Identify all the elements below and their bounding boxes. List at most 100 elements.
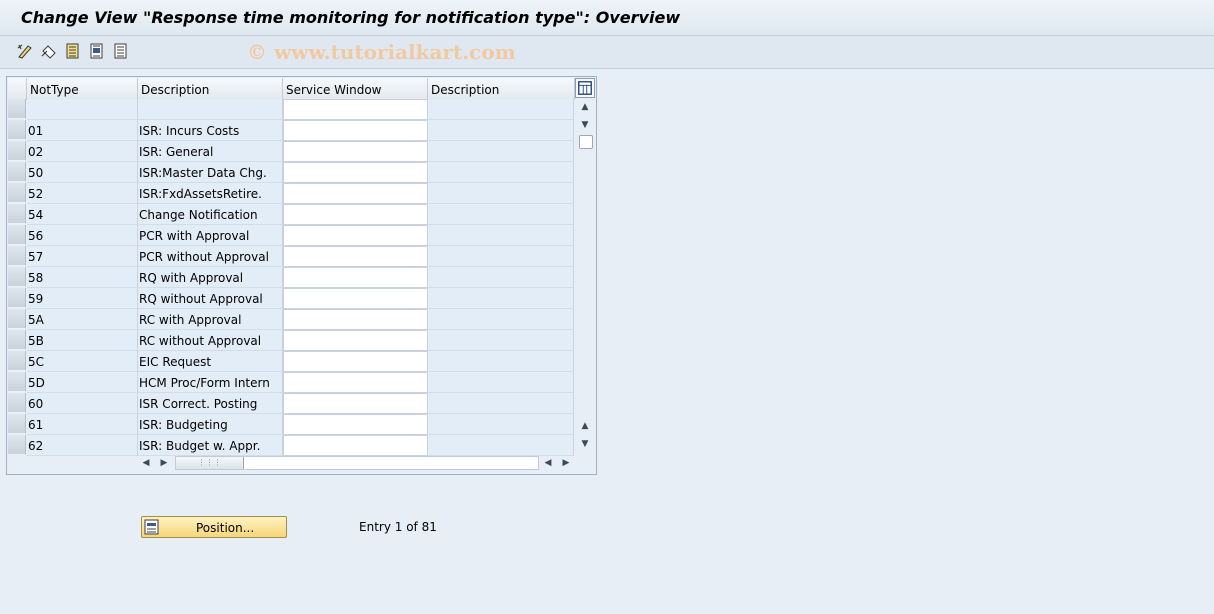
row-selector[interactable] [8, 435, 26, 455]
scroll-left-icon[interactable]: ◀ [141, 457, 151, 469]
service-window-input[interactable] [283, 330, 428, 351]
table-row: 5C EIC Request [8, 351, 574, 372]
cell-description: RC with Approval [138, 309, 283, 330]
change-display-icon[interactable] [16, 42, 36, 62]
service-window-input[interactable] [283, 435, 428, 456]
row-selector[interactable] [8, 267, 26, 287]
row-selector[interactable] [8, 330, 26, 350]
cell-description: ISR: Budget w. Appr. [138, 435, 283, 456]
horizontal-thumb[interactable]: ⋮⋮⋮ [176, 457, 244, 469]
service-window-input[interactable] [283, 141, 428, 162]
row-selector[interactable] [8, 204, 26, 224]
cell-service-description [428, 267, 574, 288]
position-icon [144, 519, 160, 535]
cell-service-description [428, 435, 574, 456]
table-row: 5A RC with Approval [8, 309, 574, 330]
row-selector[interactable] [8, 309, 26, 329]
service-window-input[interactable] [283, 351, 428, 372]
service-window-input[interactable] [283, 183, 428, 204]
cell-description [138, 99, 283, 120]
row-selector[interactable] [8, 246, 26, 266]
column-header-service-window[interactable]: Service Window [283, 78, 428, 100]
select-all-corner[interactable] [8, 78, 27, 100]
table-settings-icon[interactable] [575, 78, 595, 98]
cell-service-description [428, 351, 574, 372]
watermark-text: © www.tutorialkart.com [247, 40, 516, 64]
row-selector[interactable] [8, 288, 26, 308]
cell-description: ISR Correct. Posting [138, 393, 283, 414]
cell-service-description [428, 414, 574, 435]
service-window-input[interactable] [283, 372, 428, 393]
row-selector[interactable] [8, 372, 26, 392]
cell-nottype: 58 [27, 267, 138, 288]
table-row: 60 ISR Correct. Posting [8, 393, 574, 414]
horizontal-track[interactable]: ⋮⋮⋮ [175, 456, 539, 470]
cell-description: ISR: Incurs Costs [138, 120, 283, 141]
cell-nottype: 50 [27, 162, 138, 183]
horizontal-scrollbar[interactable]: ◀ ▶ ⋮⋮⋮ ◀ ▶ [137, 455, 575, 471]
table-row: 61 ISR: Budgeting [8, 414, 574, 435]
service-window-input[interactable] [283, 225, 428, 246]
column-header-nottype[interactable]: NotType [27, 78, 138, 100]
service-window-input[interactable] [283, 246, 428, 267]
scroll-left-end-icon[interactable]: ◀ [543, 457, 553, 469]
undo-icon[interactable] [40, 42, 60, 62]
cell-description: PCR without Approval [138, 246, 283, 267]
table-row: 57 PCR without Approval [8, 246, 574, 267]
service-window-input[interactable] [283, 309, 428, 330]
table-row: 5B RC without Approval [8, 330, 574, 351]
cell-service-description [428, 330, 574, 351]
column-header-description-2[interactable]: Description [428, 78, 575, 100]
position-button[interactable]: Position... [141, 516, 287, 538]
service-window-input[interactable] [283, 162, 428, 183]
table-row: 59 RQ without Approval [8, 288, 574, 309]
scroll-page-up-icon[interactable]: ▲ [579, 420, 591, 432]
cell-description: PCR with Approval [138, 225, 283, 246]
service-window-input[interactable] [283, 393, 428, 414]
scroll-right-icon[interactable]: ▶ [159, 457, 169, 469]
service-window-input[interactable] [283, 120, 428, 141]
row-selector[interactable] [8, 183, 26, 203]
scroll-up-icon[interactable]: ▲ [579, 101, 591, 113]
cell-service-description [428, 183, 574, 204]
cell-description: RQ with Approval [138, 267, 283, 288]
row-selector[interactable] [8, 414, 26, 434]
select-all-icon[interactable] [64, 42, 84, 62]
service-window-input[interactable] [283, 267, 428, 288]
row-selector[interactable] [8, 141, 26, 161]
cell-nottype: 61 [27, 414, 138, 435]
service-window-input[interactable] [283, 99, 428, 120]
scroll-right-end-icon[interactable]: ▶ [561, 457, 571, 469]
cell-description: RC without Approval [138, 330, 283, 351]
row-selector[interactable] [8, 393, 26, 413]
scroll-page-down-icon[interactable]: ▼ [579, 438, 591, 450]
row-selector[interactable] [8, 99, 26, 119]
vertical-scrollbar[interactable]: ▲ ▼ ▲ ▼ [575, 99, 595, 453]
application-toolbar: © www.tutorialkart.com [0, 36, 1214, 69]
row-selector[interactable] [8, 225, 26, 245]
service-window-input[interactable] [283, 204, 428, 225]
table-row [8, 99, 574, 120]
select-block-icon[interactable] [88, 42, 108, 62]
cell-service-description [428, 225, 574, 246]
table-row: 58 RQ with Approval [8, 267, 574, 288]
cell-nottype: 57 [27, 246, 138, 267]
column-header-description[interactable]: Description [138, 78, 283, 100]
deselect-all-icon[interactable] [112, 42, 132, 62]
service-window-input[interactable] [283, 414, 428, 435]
scroll-thumb[interactable] [579, 135, 593, 149]
cell-service-description [428, 120, 574, 141]
cell-nottype: 5D [27, 372, 138, 393]
table-row: 01 ISR: Incurs Costs [8, 120, 574, 141]
row-selector[interactable] [8, 162, 26, 182]
row-selector[interactable] [8, 120, 26, 140]
cell-service-description [428, 99, 574, 120]
scroll-down-icon[interactable]: ▼ [579, 119, 591, 131]
row-selector[interactable] [8, 351, 26, 371]
cell-service-description [428, 204, 574, 225]
table-row: 02 ISR: General [8, 141, 574, 162]
service-window-input[interactable] [283, 288, 428, 309]
cell-nottype: 01 [27, 120, 138, 141]
table-row: 52 ISR:FxdAssetsRetire. [8, 183, 574, 204]
cell-nottype [27, 99, 138, 120]
